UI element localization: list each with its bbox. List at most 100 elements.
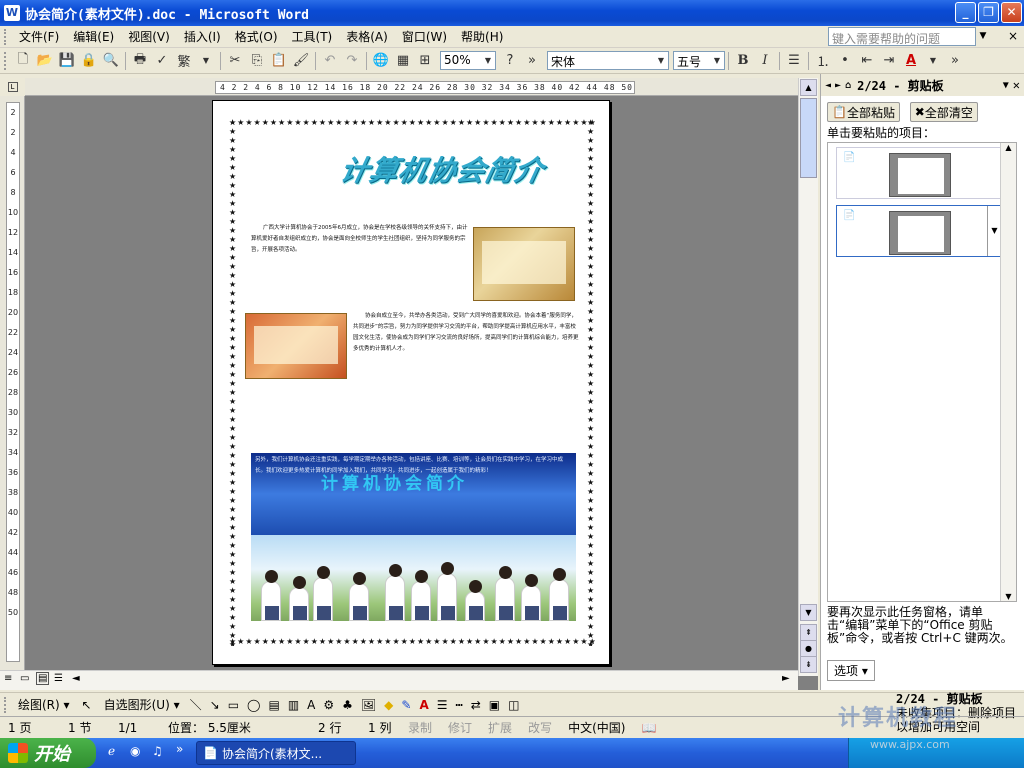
vertical-ruler[interactable]: 2 2 4 6 8 10 12 14 16 18 20 22 24 26 28 … xyxy=(0,96,25,670)
wordart-icon[interactable]: A xyxy=(303,698,319,712)
save-icon[interactable]: 💾 xyxy=(57,51,77,71)
font-name-select[interactable]: 宋体 ▼ xyxy=(547,51,669,70)
vertical-text-box-icon[interactable]: ▥ xyxy=(284,698,303,712)
copy-icon[interactable]: ⎘ xyxy=(247,51,267,71)
font-color-button[interactable]: A xyxy=(901,51,921,71)
status-ovr[interactable]: 改写 xyxy=(520,719,560,736)
scrollbar-thumb[interactable] xyxy=(800,98,817,178)
line-style-icon[interactable]: ☰ xyxy=(433,698,452,712)
spelling-icon[interactable]: ✓ xyxy=(152,51,172,71)
horizontal-ruler[interactable]: 4 2 2 4 6 8 10 12 14 16 18 20 22 24 26 2… xyxy=(25,78,798,96)
3d-style-icon[interactable]: ◫ xyxy=(504,698,523,712)
numbering-icon[interactable]: ⒈ xyxy=(813,51,833,71)
menu-tools[interactable]: 工具(T) xyxy=(285,28,340,45)
clipboard-item-dropdown-icon[interactable]: ▼ xyxy=(987,206,1001,256)
undo-icon[interactable]: ↶ xyxy=(320,51,340,71)
format-painter-icon[interactable]: 🖌 xyxy=(291,51,311,71)
diagram-icon[interactable]: ⚙ xyxy=(319,698,338,712)
clipboard-scroll-up-icon[interactable]: ▲ xyxy=(1001,143,1016,152)
clear-all-button[interactable]: ✖ 全部清空 xyxy=(909,102,978,122)
line-icon[interactable]: ＼ xyxy=(186,696,206,713)
outline-view-icon[interactable]: ☰ xyxy=(54,673,63,684)
draw-menu-button[interactable]: 绘图(R) ▾ xyxy=(12,696,76,713)
web-layout-icon[interactable]: ▭ xyxy=(20,673,29,684)
research-icon[interactable]: 繁 xyxy=(174,51,194,71)
insert-table-icon[interactable]: ⊞ xyxy=(415,51,435,71)
rectangle-icon[interactable]: ▭ xyxy=(224,698,243,712)
certificate-image-1[interactable] xyxy=(473,227,575,301)
paragraph-2[interactable]: 协会自成立至今，共举办各类活动，受到广大同学的喜爱和欢迎。协会本着“服务同学，共… xyxy=(353,311,579,377)
options-button[interactable]: 选项 ▾ xyxy=(827,660,875,681)
horizontal-scrollbar[interactable]: ≡ ▭ ▤ ☰ ◄ ► xyxy=(0,670,798,690)
minimize-button[interactable]: _ xyxy=(955,2,976,23)
clipboard-item[interactable]: 📄 xyxy=(836,147,1002,199)
certificate-image-2[interactable] xyxy=(245,313,347,379)
research-dropdown-icon[interactable]: ▼ xyxy=(196,51,216,71)
print-layout-icon[interactable]: ▤ xyxy=(36,672,50,685)
spelling-status-icon[interactable]: 📖 xyxy=(633,721,664,735)
decrease-indent-icon[interactable]: ⇤ xyxy=(857,51,877,71)
toolbar-grip[interactable] xyxy=(4,696,8,713)
blue-textbox[interactable]: 计算机协会简介 另外，我们计算机协会还注重实践，每学期定期举办各种活动，包括讲座… xyxy=(251,453,576,535)
menu-view[interactable]: 视图(V) xyxy=(121,28,177,45)
status-ext[interactable]: 扩展 xyxy=(480,719,520,736)
menu-table[interactable]: 表格(A) xyxy=(339,28,395,45)
help-search-input[interactable]: 键入需要帮助的问题 xyxy=(828,27,976,46)
arrow-icon[interactable]: ↘ xyxy=(206,698,224,712)
scroll-left-icon[interactable]: ◄ xyxy=(72,673,80,684)
tables-borders-icon[interactable]: ▦ xyxy=(393,51,413,71)
increase-indent-icon[interactable]: ⇥ xyxy=(879,51,899,71)
paste-all-button[interactable]: 📋 全部粘贴 xyxy=(827,102,900,122)
bold-button[interactable]: B xyxy=(733,51,753,71)
media-icon[interactable]: ♫ xyxy=(152,744,163,758)
document-page[interactable]: ★★★★★★★★★★★★★★★★★★★★★★★★★★★★★★★★★★★★★★★★… xyxy=(212,100,610,665)
paragraph-1[interactable]: 广西大学计算机协会于2005年6月成立，协会是在学校各级领导的关怀支持下，由计算… xyxy=(251,223,469,303)
home-icon[interactable]: ⌂ xyxy=(845,80,851,91)
scroll-right-icon[interactable]: ► xyxy=(782,673,790,684)
fill-color-icon[interactable]: ◆ xyxy=(380,698,397,712)
font-size-dropdown-icon[interactable]: ▼ xyxy=(711,53,723,68)
menu-window[interactable]: 窗口(W) xyxy=(395,28,454,45)
scroll-up-icon[interactable]: ▲ xyxy=(800,79,817,96)
justify-icon[interactable]: ☰ xyxy=(784,51,804,71)
zoom-dropdown-icon[interactable]: ▼ xyxy=(482,53,494,68)
redo-icon[interactable]: ↷ xyxy=(342,51,362,71)
forward-icon[interactable]: ► xyxy=(835,80,841,91)
close-button[interactable]: ✕ xyxy=(1001,2,1022,23)
status-rec[interactable]: 录制 xyxy=(400,719,440,736)
dash-style-icon[interactable]: ┅ xyxy=(452,698,467,712)
open-folder-icon[interactable]: 📂 xyxy=(35,51,55,71)
autoshapes-menu-button[interactable]: 自选图形(U) ▾ xyxy=(98,696,186,713)
bullets-icon[interactable]: • xyxy=(835,51,855,71)
shadow-style-icon[interactable]: ▣ xyxy=(485,698,504,712)
ie-icon[interactable]: ℯ xyxy=(108,744,115,758)
document-close-button[interactable]: × xyxy=(1008,29,1018,43)
select-objects-icon[interactable]: ↖ xyxy=(76,698,98,712)
start-button[interactable]: 开始 xyxy=(0,738,96,768)
vertical-scrollbar[interactable]: ▲ ▼ ⇞ ● ⇟ xyxy=(798,78,818,676)
help-icon[interactable]: ? xyxy=(500,51,520,71)
select-browse-object-icon[interactable]: ● xyxy=(800,640,817,657)
restore-button[interactable]: ❐ xyxy=(978,2,999,23)
clipboard-scrollbar[interactable]: ▲ ▼ xyxy=(1000,143,1016,601)
cut-icon[interactable]: ✂ xyxy=(225,51,245,71)
toolbar-chevron-icon[interactable]: » xyxy=(522,51,542,71)
menu-format[interactable]: 格式(O) xyxy=(228,28,285,45)
previous-page-icon[interactable]: ⇞ xyxy=(800,624,817,641)
taskbar-word-item[interactable]: 📄 协会简介(素材文... xyxy=(196,741,356,765)
formatting-chevron-icon[interactable]: » xyxy=(945,51,965,71)
font-dropdown-icon[interactable]: ▼ xyxy=(655,53,667,68)
normal-view-icon[interactable]: ≡ xyxy=(4,673,12,684)
hyperlink-icon[interactable]: 🌐 xyxy=(371,51,391,71)
back-icon[interactable]: ◄ xyxy=(825,80,831,91)
clipboard-item[interactable]: 📄 ▼ xyxy=(836,205,1002,257)
toolbar-grip[interactable] xyxy=(4,51,8,70)
print-icon[interactable]: 🖶 xyxy=(130,51,150,71)
wordart-heading[interactable]: 计算机协会简介 xyxy=(337,149,549,189)
line-color-icon[interactable]: ✎ xyxy=(397,698,415,712)
toolbar-grip[interactable] xyxy=(4,28,8,45)
next-page-icon[interactable]: ⇟ xyxy=(800,656,817,673)
zoom-select[interactable]: 50% ▼ xyxy=(440,51,496,70)
menu-insert[interactable]: 插入(I) xyxy=(177,28,228,45)
menu-file[interactable]: 文件(F) xyxy=(12,28,66,45)
